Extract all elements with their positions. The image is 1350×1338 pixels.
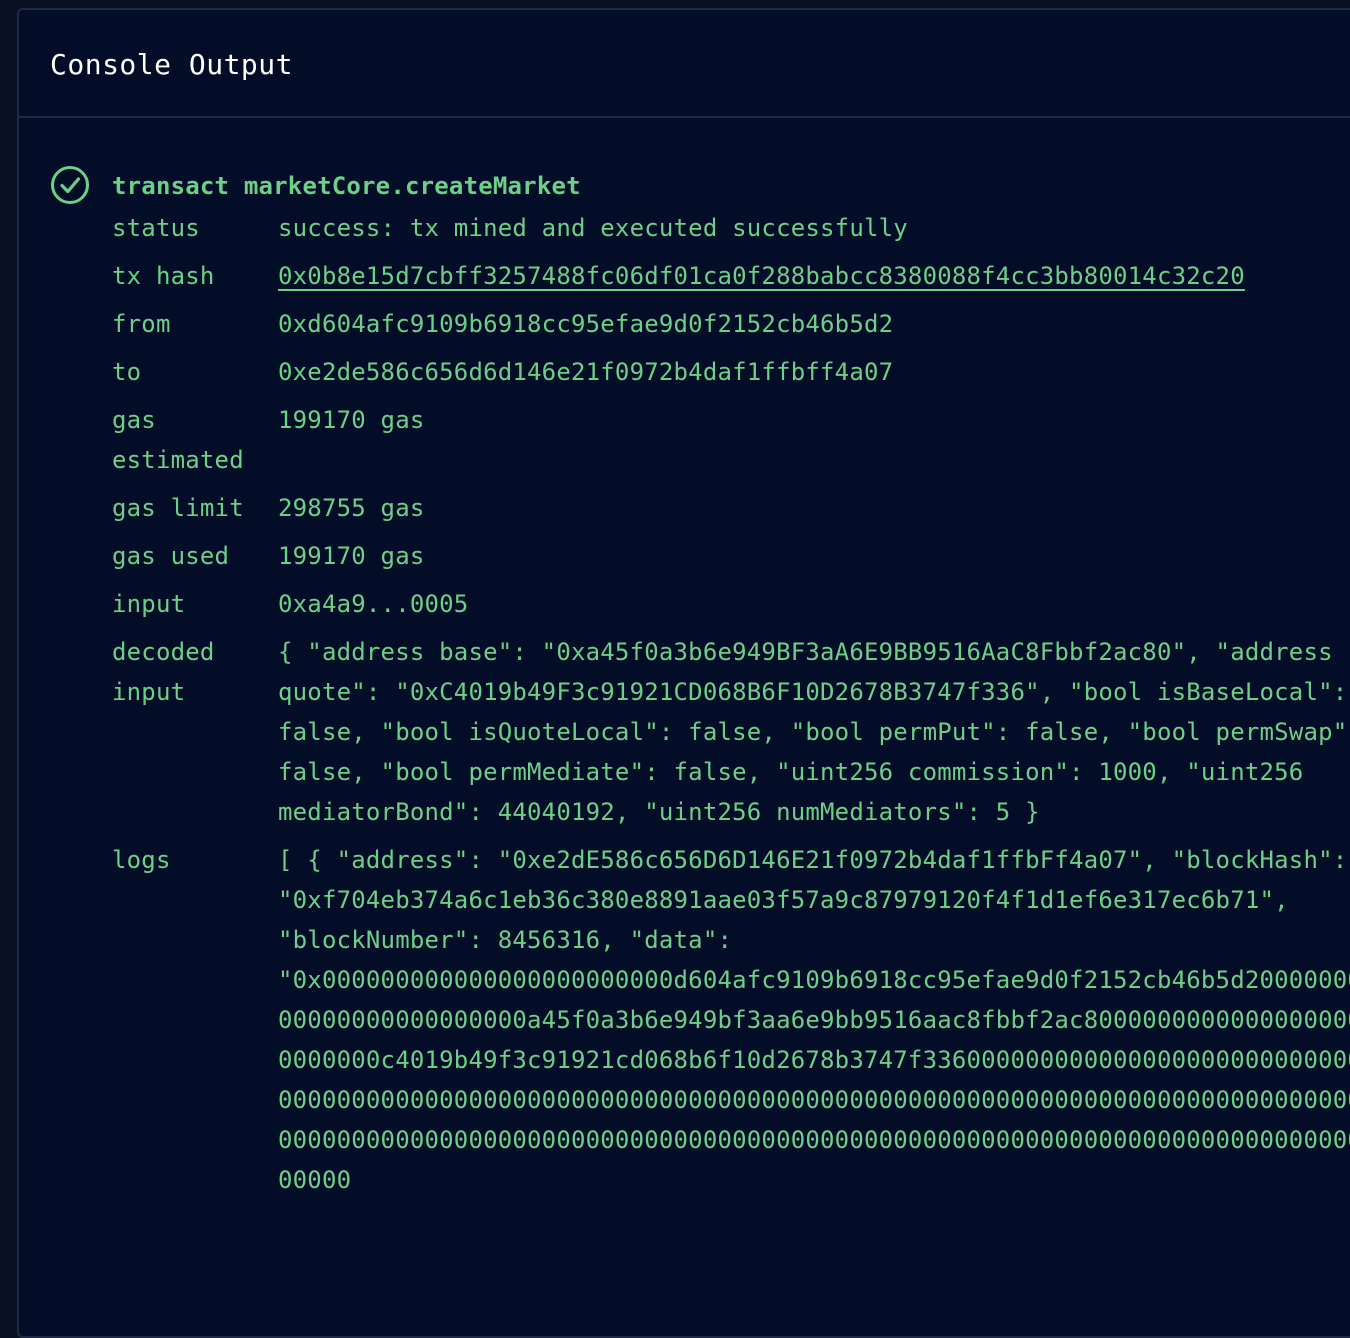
gas-estimated-row: gas estimated 199170 gas xyxy=(112,400,1350,480)
to-label: to xyxy=(112,358,142,386)
from-row: from 0xd604afc9109b6918cc95efae9d0f2152c… xyxy=(112,304,1350,344)
gas-used-value: 199170 gas xyxy=(278,542,425,570)
gas-used-label: gas used xyxy=(112,542,230,570)
status-label: status xyxy=(112,214,200,242)
input-label: input xyxy=(112,590,186,618)
decoded-input-value: { "address base": "0xa45f0a3b6e949BF3aA6… xyxy=(278,638,1350,826)
console-output-panel: Console Output transact marketCore.creat… xyxy=(17,8,1350,1338)
gas-used-row: gas used 199170 gas xyxy=(112,536,1350,576)
from-value: 0xd604afc9109b6918cc95efae9d0f2152cb46b5… xyxy=(278,310,894,338)
check-circle-icon xyxy=(51,166,89,204)
status-row: status success: tx mined and executed su… xyxy=(112,208,1350,248)
tx-hash-link[interactable]: 0x0b8e15d7cbff3257488fc06df01ca0f288babc… xyxy=(278,256,1350,296)
logs-row: logs [ { "address": "0xe2dE586c656D6D146… xyxy=(112,840,1350,1200)
transaction-details: status success: tx mined and executed su… xyxy=(112,208,1350,1208)
to-value: 0xe2de586c656d6d146e21f0972b4daf1ffbff4a… xyxy=(278,358,894,386)
panel-title: Console Output xyxy=(50,48,294,81)
to-row: to 0xe2de586c656d6d146e21f0972b4daf1ffbf… xyxy=(112,352,1350,392)
gas-limit-row: gas limit 298755 gas xyxy=(112,488,1350,528)
gas-estimated-value: 199170 gas xyxy=(278,406,425,434)
decoded-input-row: decoded input { "address base": "0xa45f0… xyxy=(112,632,1350,832)
logs-value: [ { "address": "0xe2dE586c656D6D146E21f0… xyxy=(278,846,1350,1194)
input-value: 0xa4a9...0005 xyxy=(278,590,469,618)
transaction-title: transact marketCore.createMarket xyxy=(112,172,581,200)
status-value: success: tx mined and executed successfu… xyxy=(278,214,908,242)
gas-limit-value: 298755 gas xyxy=(278,494,425,522)
tx-hash-row: tx hash 0x0b8e15d7cbff3257488fc06df01ca0… xyxy=(112,256,1350,296)
decoded-input-label: decoded input xyxy=(112,638,230,706)
tx-hash-label: tx hash xyxy=(112,262,215,290)
gas-limit-label: gas limit xyxy=(112,494,244,522)
from-label: from xyxy=(112,310,171,338)
gas-estimated-label: gas estimated xyxy=(112,406,244,474)
input-row: input 0xa4a9...0005 xyxy=(112,584,1350,624)
tx-status xyxy=(50,164,90,206)
logs-label: logs xyxy=(112,846,171,874)
panel-header: Console Output xyxy=(19,10,1350,118)
